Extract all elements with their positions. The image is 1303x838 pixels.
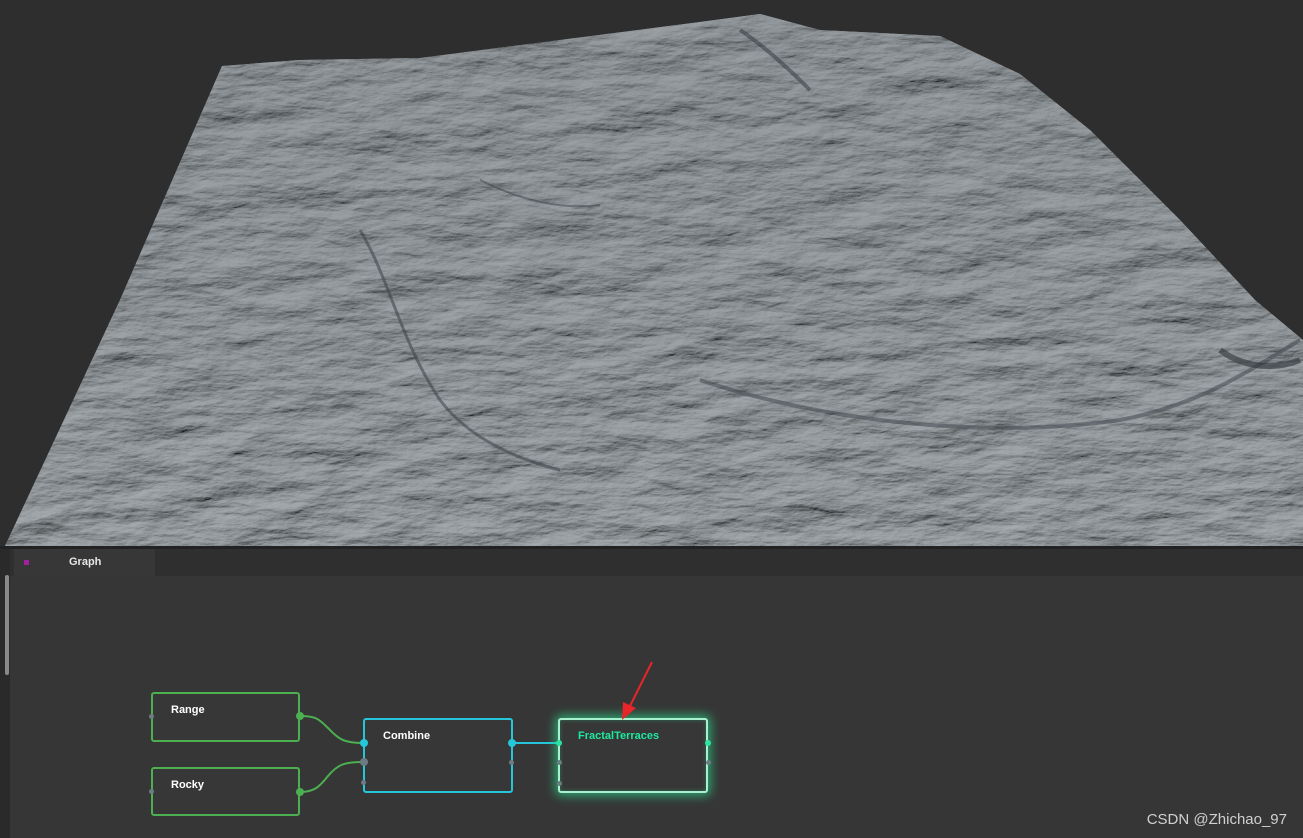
- watermark: CSDN @Zhichao_97: [1146, 811, 1287, 828]
- node-fractal-terraces-input-port-c[interactable]: [557, 781, 562, 786]
- terrain-mesh: [5, 14, 1303, 546]
- 3d-viewport[interactable]: [0, 0, 1303, 546]
- node-combine-output-port-b[interactable]: [509, 760, 514, 765]
- annotation-arrow-icon: [622, 661, 653, 720]
- node-combine-input-port-b[interactable]: [360, 758, 368, 766]
- node-combine-input-port-c[interactable]: [361, 780, 366, 785]
- node-rocky-input-port[interactable]: [149, 789, 154, 794]
- graph-panel: Graph Range Rocky Combine FractalTerrace…: [0, 546, 1303, 838]
- node-fractal-terraces-input-port-b[interactable]: [557, 760, 562, 765]
- node-rocky[interactable]: Rocky: [151, 767, 300, 816]
- node-rocky-title: Rocky: [171, 779, 205, 791]
- node-fractal-terraces-output-port-b[interactable]: [706, 760, 711, 765]
- node-rocky-output-port[interactable]: [296, 788, 304, 796]
- wire-rocky-to-combine: [299, 761, 364, 793]
- node-fractal-terraces-output-port[interactable]: [705, 740, 711, 746]
